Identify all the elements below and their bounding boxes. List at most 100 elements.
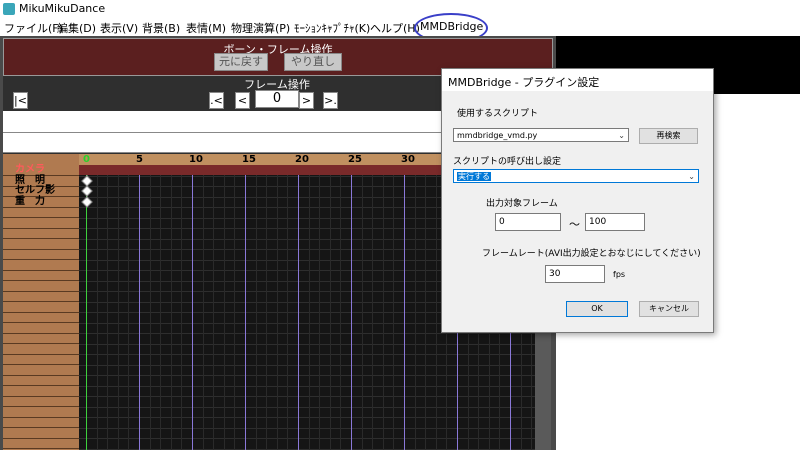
- plugin-settings-dialog: MMDBridge - プラグイン設定 使用するスクリプト mmdbridge_…: [441, 68, 714, 333]
- frame-number-input[interactable]: 0: [255, 90, 299, 108]
- track-row[interactable]: [3, 428, 79, 439]
- track-label: 照 明: [15, 174, 45, 186]
- grid-row-line: [79, 448, 535, 450]
- next-key-button[interactable]: >.: [323, 92, 338, 109]
- grid-column-line: [117, 165, 119, 450]
- dialog-titlebar: MMDBridge - プラグイン設定: [442, 69, 713, 91]
- frame-range-separator: ～: [569, 218, 580, 231]
- cancel-button[interactable]: キャンセル: [639, 301, 699, 317]
- app-icon: [3, 3, 15, 15]
- track-row[interactable]: 重 力: [3, 196, 79, 208]
- prev-key-button[interactable]: .<: [209, 92, 224, 109]
- menu-item-4[interactable]: 表情(M): [186, 20, 226, 36]
- menu-item-2[interactable]: 表示(V): [100, 20, 138, 36]
- undo-button[interactable]: 元に戻す: [214, 53, 268, 71]
- grid-column-line: [192, 165, 193, 450]
- frame-rate-input[interactable]: 30: [545, 265, 605, 283]
- track-row[interactable]: [3, 407, 79, 418]
- frame-tick-label: 15: [242, 154, 256, 165]
- menu-bar: ファイル(F) 編集(D) 表示(V) 背景(B) 表情(M) 物理演算(P) ﾓｰｼｮﾝｷ…: [0, 18, 800, 36]
- track-label: セルフ影: [15, 185, 55, 196]
- window-titlebar: MikuMikuDance: [0, 0, 800, 18]
- grid-row-line: [79, 375, 535, 376]
- frame-rate-label: フレームレート(AVI出力設定とおなじにしてください): [482, 249, 701, 259]
- track-row[interactable]: [3, 302, 79, 313]
- track-row[interactable]: [3, 365, 79, 376]
- track-row[interactable]: [3, 354, 79, 365]
- keyframe-diamond[interactable]: [81, 195, 93, 208]
- grid-column-line: [96, 165, 98, 450]
- frame-end-input[interactable]: 100: [585, 213, 645, 231]
- grid-column-line: [329, 165, 331, 450]
- grid-column-line: [372, 165, 374, 450]
- frame-range-label: 出力対象フレーム: [486, 199, 558, 209]
- track-row[interactable]: [3, 438, 79, 449]
- track-row[interactable]: [3, 270, 79, 281]
- grid-column-line: [128, 165, 130, 450]
- redo-button[interactable]: やり直し: [284, 53, 342, 71]
- next-frame-button[interactable]: >: [299, 92, 314, 109]
- grid-column-line: [287, 165, 289, 450]
- track-row[interactable]: [3, 207, 79, 218]
- menu-item-1[interactable]: 編集(D): [57, 20, 96, 36]
- grid-column-line: [351, 165, 352, 450]
- keyframe-diamond[interactable]: [81, 185, 93, 197]
- grid-column-line: [181, 165, 183, 450]
- grid-row-line: [79, 354, 535, 355]
- track-row[interactable]: [3, 260, 79, 271]
- grid-column-line: [139, 165, 140, 450]
- track-row[interactable]: [3, 218, 79, 229]
- call-setting-label: スクリプトの呼び出し設定: [453, 157, 562, 167]
- grid-column-line: [319, 165, 321, 450]
- script-select[interactable]: mmdbridge_vmd.py ⌄: [453, 128, 629, 142]
- call-setting-value: 実行する: [457, 172, 491, 181]
- prev-frame-button[interactable]: <: [235, 92, 250, 109]
- grid-column-line: [308, 165, 310, 450]
- menu-item-6[interactable]: ﾓｰｼｮﾝｷｬﾌﾟﾁｬ(K): [294, 20, 370, 36]
- first-frame-button[interactable]: |<: [13, 92, 28, 109]
- grid-row-line: [79, 343, 535, 345]
- track-row[interactable]: [3, 281, 79, 292]
- grid-column-line: [213, 165, 215, 450]
- track-label: カメラ: [15, 164, 45, 175]
- grid-column-line: [435, 165, 437, 450]
- call-setting-select[interactable]: 実行する ⌄: [453, 169, 699, 183]
- track-row[interactable]: [3, 417, 79, 428]
- grid-row-line: [79, 385, 535, 387]
- track-row[interactable]: [3, 291, 79, 302]
- grid-column-line: [245, 165, 246, 450]
- track-row[interactable]: [3, 344, 79, 355]
- ok-button[interactable]: OK: [566, 301, 628, 317]
- grid-column-line: [404, 165, 405, 450]
- rescan-button[interactable]: 再検索: [639, 128, 698, 144]
- track-row[interactable]: [3, 249, 79, 260]
- grid-column-line: [107, 165, 109, 450]
- grid-row-line: [79, 417, 535, 418]
- chevron-down-icon: ⌄: [688, 172, 695, 181]
- frame-tick-label: 10: [189, 154, 203, 165]
- menu-item-7[interactable]: ヘルプ(H): [370, 20, 420, 36]
- frame-tick-label: 5: [136, 154, 143, 165]
- script-select-value: mmdbridge_vmd.py: [457, 131, 538, 140]
- grid-column-line: [340, 165, 342, 450]
- track-row[interactable]: [3, 312, 79, 323]
- track-row[interactable]: [3, 228, 79, 239]
- grid-column-line: [266, 165, 268, 450]
- frame-start-input[interactable]: 0: [495, 213, 561, 231]
- track-row[interactable]: [3, 396, 79, 407]
- menu-item-0[interactable]: ファイル(F): [4, 20, 63, 36]
- menu-item-5[interactable]: 物理演算(P): [231, 20, 290, 36]
- track-row[interactable]: [3, 375, 79, 386]
- track-row[interactable]: [3, 239, 79, 250]
- frame-tick-label: 20: [295, 154, 309, 165]
- grid-column-line: [382, 165, 384, 450]
- menu-item-3[interactable]: 背景(B): [142, 20, 180, 36]
- window-title: MikuMikuDance: [19, 2, 106, 15]
- track-row[interactable]: [3, 333, 79, 344]
- track-row[interactable]: [3, 323, 79, 334]
- grid-column-line: [170, 165, 172, 450]
- track-row[interactable]: [3, 386, 79, 397]
- grid-column-line: [160, 165, 162, 450]
- bone-panel-title: ボーン・フレーム操作: [223, 43, 333, 56]
- frame-tick-label: 0: [83, 154, 90, 165]
